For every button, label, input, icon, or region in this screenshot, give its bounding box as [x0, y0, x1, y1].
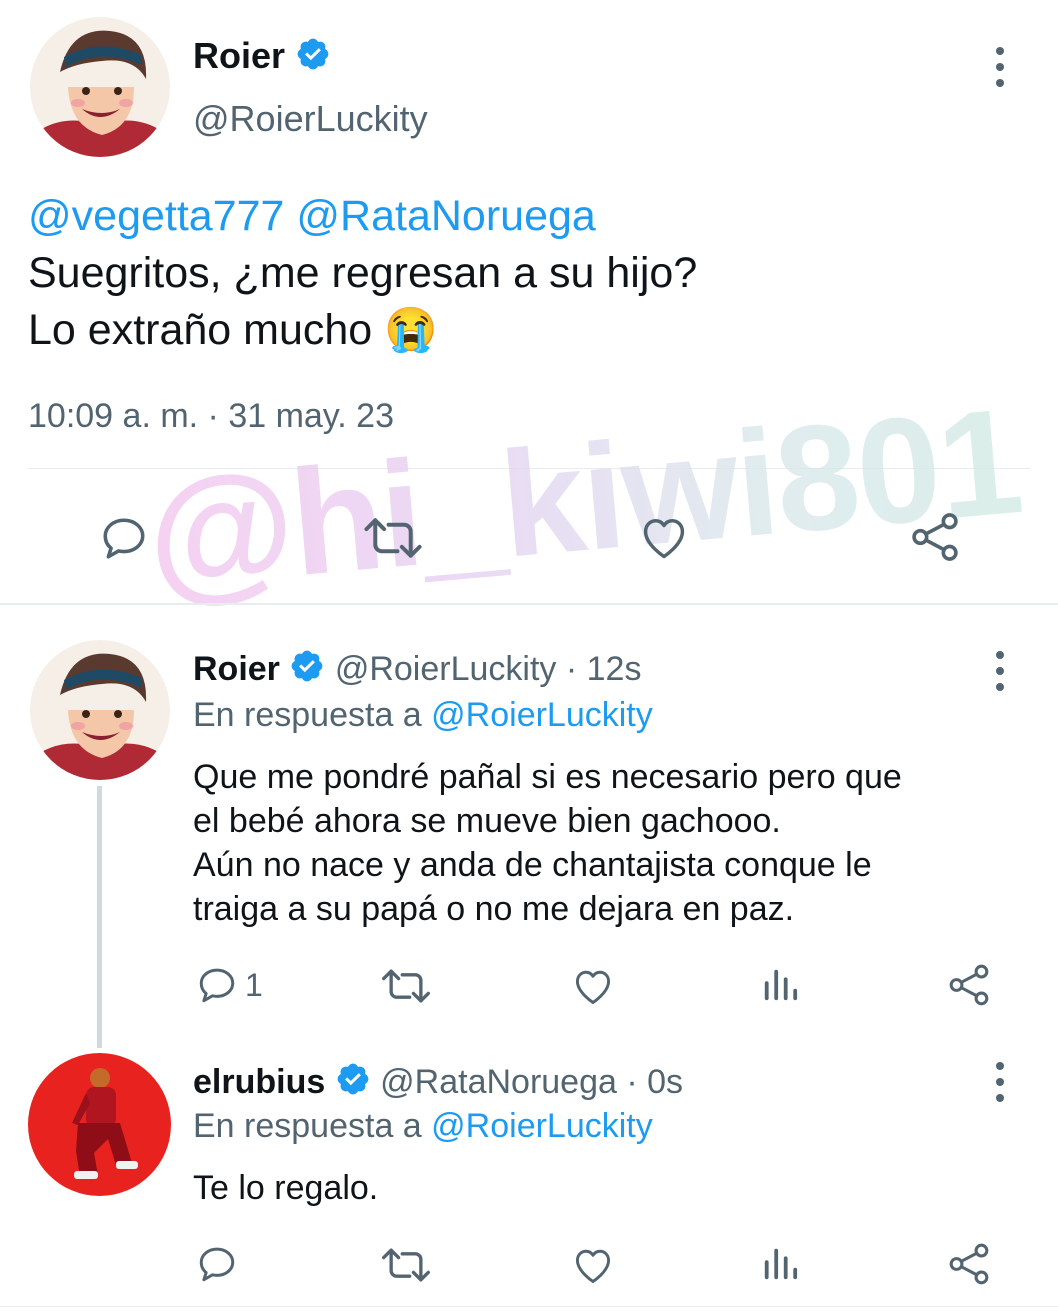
- main-author-row: Roier: [193, 35, 331, 81]
- main-tweet-line-2-row: Lo extraño mucho 😭: [28, 302, 697, 359]
- avatar-elrubius[interactable]: [28, 1053, 171, 1196]
- verified-badge-icon: [335, 1061, 371, 1107]
- section-divider: [0, 603, 1058, 605]
- reply2-replying-prefix: En respuesta a: [193, 1107, 422, 1145]
- more-options-icon[interactable]: [990, 47, 1010, 87]
- reply1-retweet-button[interactable]: [380, 967, 432, 1005]
- thread-line: [97, 786, 102, 1048]
- heart-icon: [575, 970, 611, 1004]
- main-timestamp[interactable]: 10:09 a. m. · 31 may. 23: [28, 397, 394, 436]
- share-icon: [949, 1243, 989, 1285]
- heart-icon: [643, 519, 685, 559]
- reply1-author-row: Roier @RoierLuckity · 12s: [193, 648, 641, 694]
- analytics-icon: [764, 969, 798, 1001]
- avatar-roier[interactable]: [30, 17, 170, 157]
- reply2-replying-to: En respuesta a @RoierLuckity: [193, 1105, 653, 1147]
- reply2-body: Te lo regalo.: [193, 1166, 378, 1210]
- reply1-line: Que me pondré pañal si es necesario pero…: [193, 758, 902, 796]
- reply1-like-button[interactable]: [570, 964, 616, 1008]
- reply-icon: [199, 1247, 235, 1282]
- main-reply-button[interactable]: [98, 513, 150, 563]
- reply1-replying-prefix: En respuesta a: [193, 696, 422, 734]
- reply1-time[interactable]: · 12s: [566, 650, 642, 688]
- reply-icon: [103, 518, 145, 559]
- main-tweet-body: @vegetta777 @RataNoruega Suegritos, ¿me …: [28, 188, 697, 359]
- reply-icon: [199, 968, 235, 1003]
- main-share-button[interactable]: [908, 510, 962, 564]
- reply1-replying-handle[interactable]: @RoierLuckity: [431, 696, 653, 734]
- crying-emoji: 😭: [384, 306, 438, 354]
- bottom-divider: [0, 1306, 1058, 1307]
- verified-badge-icon: [289, 648, 325, 694]
- share-icon: [949, 964, 989, 1006]
- reply2-views-button[interactable]: [760, 1245, 800, 1283]
- retweet-icon: [382, 969, 430, 1003]
- retweet-icon: [364, 518, 422, 558]
- main-handle[interactable]: @RoierLuckity: [193, 98, 428, 140]
- main-like-button[interactable]: [637, 511, 691, 563]
- reply1-share-button[interactable]: [946, 962, 992, 1008]
- reply1-body: Que me pondré pañal si es necesario pero…: [193, 755, 902, 931]
- share-icon: [912, 513, 958, 561]
- main-display-name[interactable]: Roier: [193, 35, 285, 76]
- reply2-display-name[interactable]: elrubius: [193, 1063, 325, 1101]
- retweet-icon: [382, 1248, 430, 1282]
- verified-badge-icon: [295, 36, 331, 81]
- avatar-roier-reply[interactable]: [30, 640, 170, 780]
- heart-icon: [575, 1249, 611, 1283]
- reply2-time[interactable]: · 0s: [626, 1063, 683, 1101]
- main-tweet-line-1: Suegritos, ¿me regresan a su hijo?: [28, 249, 698, 297]
- reply2-handle[interactable]: @RataNoruega: [380, 1063, 617, 1101]
- reply2-like-button[interactable]: [570, 1243, 616, 1287]
- reply1-reply-count: 1: [245, 966, 263, 1003]
- reply1-views-button[interactable]: [760, 966, 800, 1004]
- reply1-display-name[interactable]: Roier: [193, 650, 280, 688]
- main-tweet-line-2: Lo extraño mucho: [28, 306, 373, 354]
- reply2-retweet-button[interactable]: [380, 1246, 432, 1284]
- reply2-replying-handle[interactable]: @RoierLuckity: [431, 1107, 653, 1145]
- reply1-line: Aún no nace y anda de chantajista conque…: [193, 846, 872, 884]
- analytics-icon: [764, 1248, 798, 1280]
- more-options-icon[interactable]: [990, 651, 1010, 691]
- reply2-reply-button[interactable]: [195, 1243, 239, 1285]
- reply1-line: traiga a su papá o no me dejara en paz.: [193, 890, 795, 928]
- main-retweet-button[interactable]: [362, 515, 424, 561]
- reply2-share-button[interactable]: [946, 1241, 992, 1287]
- reply2-author-row: elrubius @RataNoruega · 0s: [193, 1061, 683, 1107]
- divider: [28, 468, 1030, 469]
- reply1-handle[interactable]: @RoierLuckity: [335, 650, 557, 688]
- reply1-line: el bebé ahora se mueve bien gachooo.: [193, 802, 781, 840]
- reply1-reply-button[interactable]: 1: [195, 964, 263, 1006]
- main-tweet-mentions[interactable]: @vegetta777 @RataNoruega: [28, 188, 697, 245]
- reply2-line: Te lo regalo.: [193, 1169, 379, 1207]
- reply1-replying-to: En respuesta a @RoierLuckity: [193, 694, 653, 736]
- more-options-icon[interactable]: [990, 1062, 1010, 1102]
